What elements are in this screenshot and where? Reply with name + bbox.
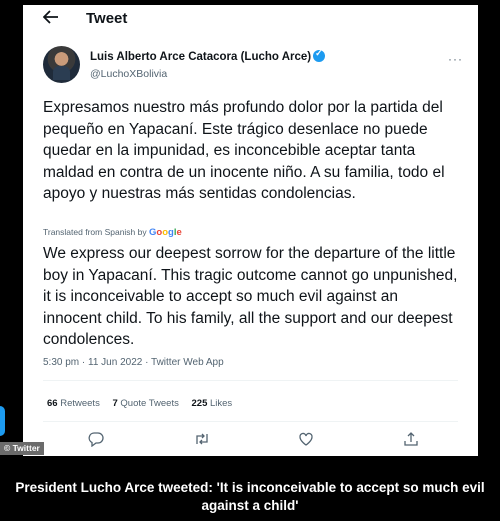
tweet-timestamp[interactable]: 5:30 pm · 11 Jun 2022 · Twitter Web App (43, 357, 224, 368)
translation-notice: Translated from Spanish by Google (43, 227, 182, 238)
arrow-left-icon[interactable] (42, 9, 61, 29)
author-name-text: Luis Alberto Arce Catacora (Lucho Arce) (90, 51, 312, 63)
tweet-text-translated: We express our deepest sorrow for the de… (43, 245, 458, 348)
divider (43, 380, 458, 381)
share-icon[interactable] (403, 431, 425, 453)
image-credit: © Twitter (0, 442, 44, 455)
author-name[interactable]: Luis Alberto Arce Catacora (Lucho Arce) (90, 48, 326, 63)
divider (43, 421, 458, 422)
quote-tweets-stat[interactable]: 7 Quote Tweets (112, 398, 178, 409)
author-handle[interactable]: @LuchoXBolivia (90, 68, 167, 80)
tweet-actions (23, 431, 478, 455)
reply-icon[interactable] (88, 431, 110, 453)
author-row: Luis Alberto Arce Catacora (Lucho Arce) … (43, 46, 463, 88)
translation-label: Translated from Spanish by (43, 227, 147, 237)
news-image-frame: Tweet Luis Alberto Arce Catacora (Lucho … (0, 0, 500, 521)
likes-stat[interactable]: 225 Likes (192, 398, 233, 409)
avatar[interactable] (43, 46, 80, 83)
tweet-text-original: Expresamos nuestro más profundo dolor po… (43, 99, 445, 202)
google-logo[interactable]: Google (149, 227, 182, 238)
side-accent (0, 406, 5, 436)
more-dots-icon[interactable]: ··· (448, 52, 463, 66)
retweets-stat[interactable]: 66 Retweets (47, 398, 100, 409)
tweet-stats: 66 Retweets 7 Quote Tweets 225 Likes (47, 398, 242, 409)
tweet-card: Tweet Luis Alberto Arce Catacora (Lucho … (23, 5, 478, 456)
like-icon[interactable] (298, 431, 320, 453)
image-caption: President Lucho Arce tweeted: 'It is inc… (15, 480, 485, 513)
tweet-header: Tweet (23, 5, 478, 35)
verified-badge-icon (313, 48, 326, 62)
retweet-icon[interactable] (194, 431, 216, 453)
page-title: Tweet (86, 10, 128, 27)
